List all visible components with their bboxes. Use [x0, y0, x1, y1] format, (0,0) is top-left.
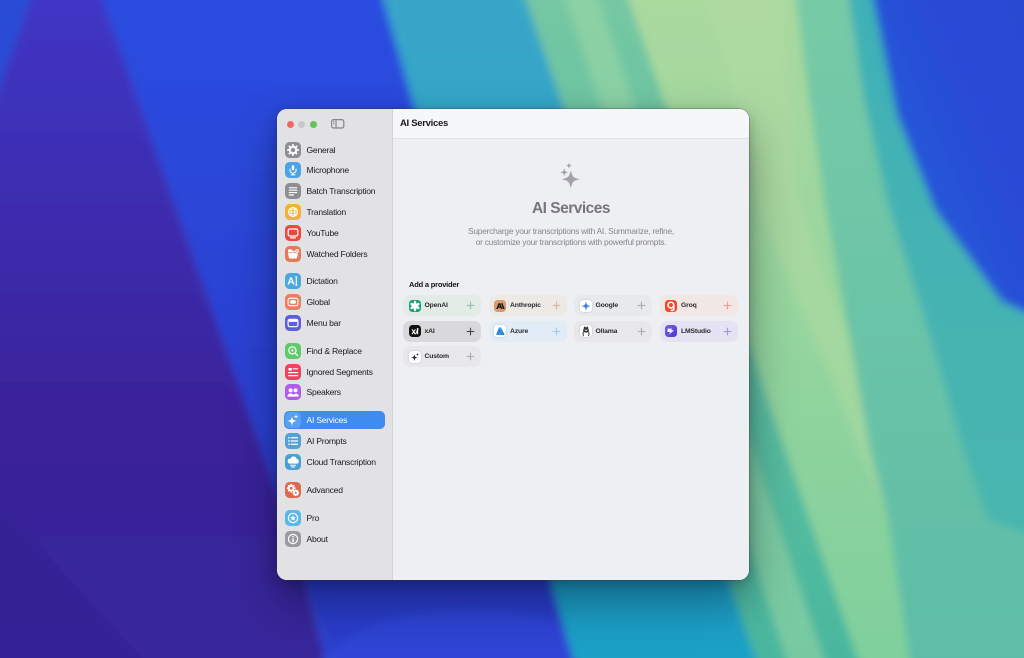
- svg-text:A: A: [287, 276, 295, 288]
